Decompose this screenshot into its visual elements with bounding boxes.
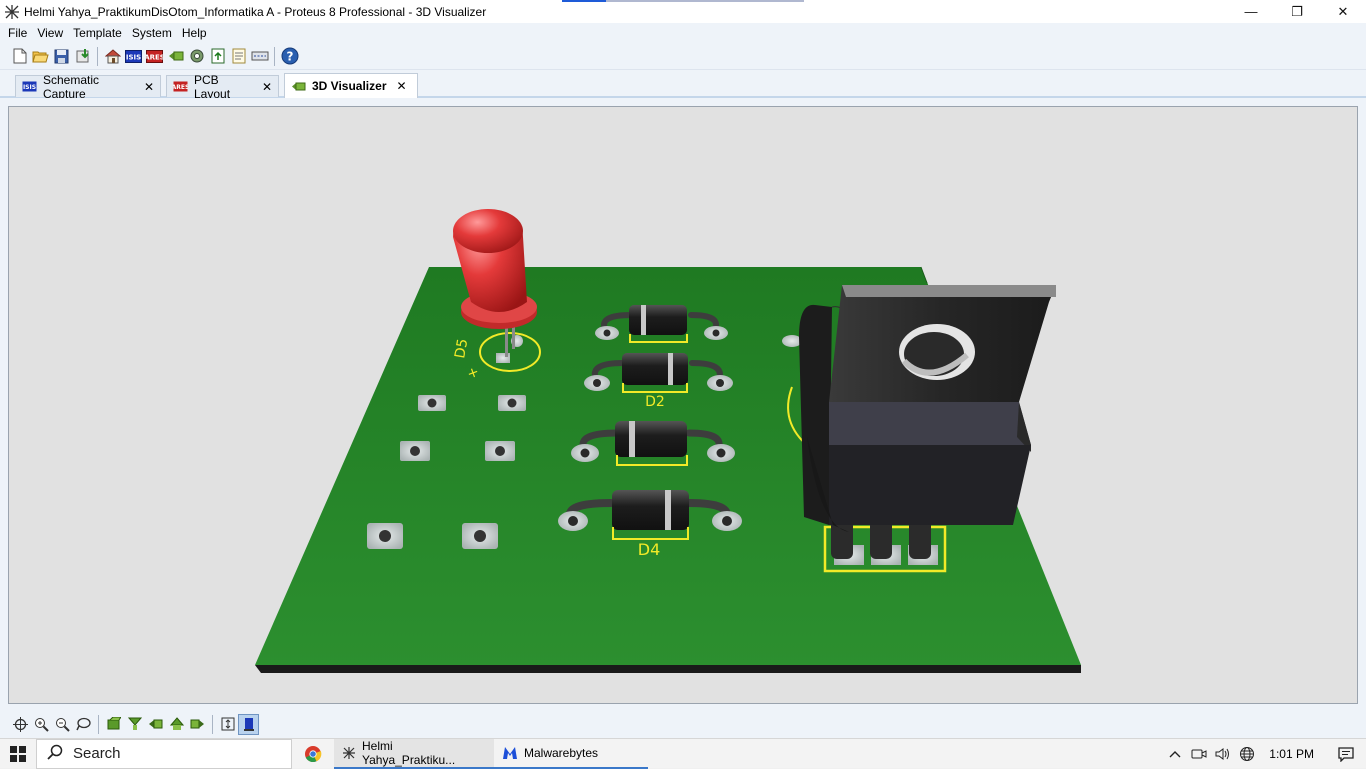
led-designator-label: D5 [452, 338, 471, 360]
taskbar-app-label: Malwarebytes [524, 745, 599, 760]
bom-icon[interactable] [207, 46, 228, 67]
taskbar-proteus[interactable]: Helmi Yahya_Praktiku... [334, 738, 494, 769]
view-front-icon[interactable] [124, 714, 145, 735]
chrome-icon [305, 745, 322, 762]
tab-label: Schematic Capture [43, 72, 100, 101]
document-tab-strip: ISIS Schematic Capture ✕ ARES PCB Layout… [0, 70, 1366, 101]
tab-close-icon[interactable]: ✕ [396, 79, 406, 93]
main-toolbar: ISIS ARES ? [0, 43, 1366, 70]
zoom-out-icon[interactable] [52, 714, 73, 735]
viewport-frame: D5 + D2 D4 [0, 98, 1366, 710]
search-icon [47, 744, 63, 764]
view-back-icon[interactable] [166, 714, 187, 735]
search-placeholder: Search [73, 745, 121, 762]
windows-start-button[interactable] [0, 739, 36, 769]
windows-logo-icon [10, 745, 26, 762]
system-tray: 1:01 PM [1163, 739, 1366, 769]
taskbar-app-label: Helmi Yahya_Praktiku... [362, 738, 456, 767]
malwarebytes-icon [502, 746, 518, 760]
svg-text:ISIS: ISIS [126, 53, 141, 61]
proteus-app-icon [342, 746, 356, 760]
close-button[interactable]: ✕ [1320, 0, 1366, 23]
tab-pcb-layout[interactable]: ARES PCB Layout ✕ [166, 73, 279, 101]
height-icon[interactable] [217, 714, 238, 735]
view-left-icon[interactable] [145, 714, 166, 735]
menu-file[interactable]: File [3, 26, 32, 40]
import-icon[interactable] [72, 46, 93, 67]
view-top-icon[interactable] [103, 714, 124, 735]
zoom-in-icon[interactable] [31, 714, 52, 735]
taskbar-search-box[interactable]: Search [36, 738, 292, 769]
diode-d2-label: D2 [645, 394, 665, 410]
home-icon[interactable] [102, 46, 123, 67]
zoom-fit-icon[interactable] [73, 714, 94, 735]
meet-now-icon[interactable] [1187, 739, 1211, 769]
pcb-icon[interactable]: ARES [144, 46, 165, 67]
svg-text:ARES: ARES [173, 84, 188, 91]
window-title: Helmi Yahya_PraktikumDisOtom_Informatika… [24, 4, 487, 19]
network-globe-icon[interactable] [1235, 739, 1259, 769]
diode-d4-label: D4 [638, 540, 661, 559]
help-icon[interactable]: ? [279, 46, 300, 67]
design-explorer-icon[interactable] [228, 46, 249, 67]
pan-icon[interactable] [10, 714, 31, 735]
tab-close-icon[interactable]: ✕ [262, 80, 272, 94]
view-right-icon[interactable] [187, 714, 208, 735]
svg-text:ISIS: ISIS [23, 84, 36, 91]
pcb-icon: ARES [173, 81, 188, 93]
pcb-3d-scene: D5 + D2 D4 [255, 209, 1081, 673]
menu-template[interactable]: Template [68, 26, 127, 40]
netlist-icon[interactable] [249, 46, 270, 67]
minimize-button[interactable]: — [1228, 0, 1274, 23]
taskbar-malwarebytes[interactable]: Malwarebytes [494, 739, 648, 769]
schematic-icon[interactable]: ISIS [123, 46, 144, 67]
taskbar-clock[interactable]: 1:01 PM [1259, 747, 1326, 761]
menu-view[interactable]: View [32, 26, 68, 40]
save-icon[interactable] [51, 46, 72, 67]
taskbar-chrome[interactable] [292, 739, 334, 769]
menu-bar: File View Template System Help [0, 23, 1366, 43]
tray-overflow-chevron-icon[interactable] [1163, 739, 1187, 769]
restore-button[interactable]: ❐ [1274, 0, 1320, 23]
tab-3d-visualizer[interactable]: 3D Visualizer ✕ [284, 73, 418, 98]
open-folder-icon[interactable] [30, 46, 51, 67]
tab-label: 3D Visualizer [312, 79, 387, 93]
schematic-icon: ISIS [22, 81, 37, 93]
svg-text:?: ? [286, 50, 293, 64]
title-bar: Helmi Yahya_PraktikumDisOtom_Informatika… [0, 0, 1366, 23]
menu-help[interactable]: Help [177, 26, 212, 40]
tab-close-icon[interactable]: ✕ [144, 80, 154, 94]
tab-label: PCB Layout [194, 72, 231, 101]
svg-text:ARES: ARES [146, 53, 163, 61]
windows-taskbar: Search Helmi Yahya_Praktiku... Malwareby… [0, 738, 1366, 769]
3d-visualizer-icon [291, 80, 306, 92]
volume-icon[interactable] [1211, 739, 1235, 769]
menu-system[interactable]: System [127, 26, 177, 40]
3d-viewport[interactable]: D5 + D2 D4 [8, 106, 1358, 704]
proteus-app-icon [4, 4, 20, 20]
tab-schematic-capture[interactable]: ISIS Schematic Capture ✕ [15, 73, 161, 101]
3d-visualizer-icon[interactable] [165, 46, 186, 67]
new-file-icon[interactable] [9, 46, 30, 67]
view-toolbar [0, 710, 1366, 738]
gerber-icon[interactable] [186, 46, 207, 67]
notification-center-icon[interactable] [1326, 739, 1366, 769]
title-progress-strip [562, 0, 804, 2]
dimension-icon[interactable] [238, 713, 259, 735]
